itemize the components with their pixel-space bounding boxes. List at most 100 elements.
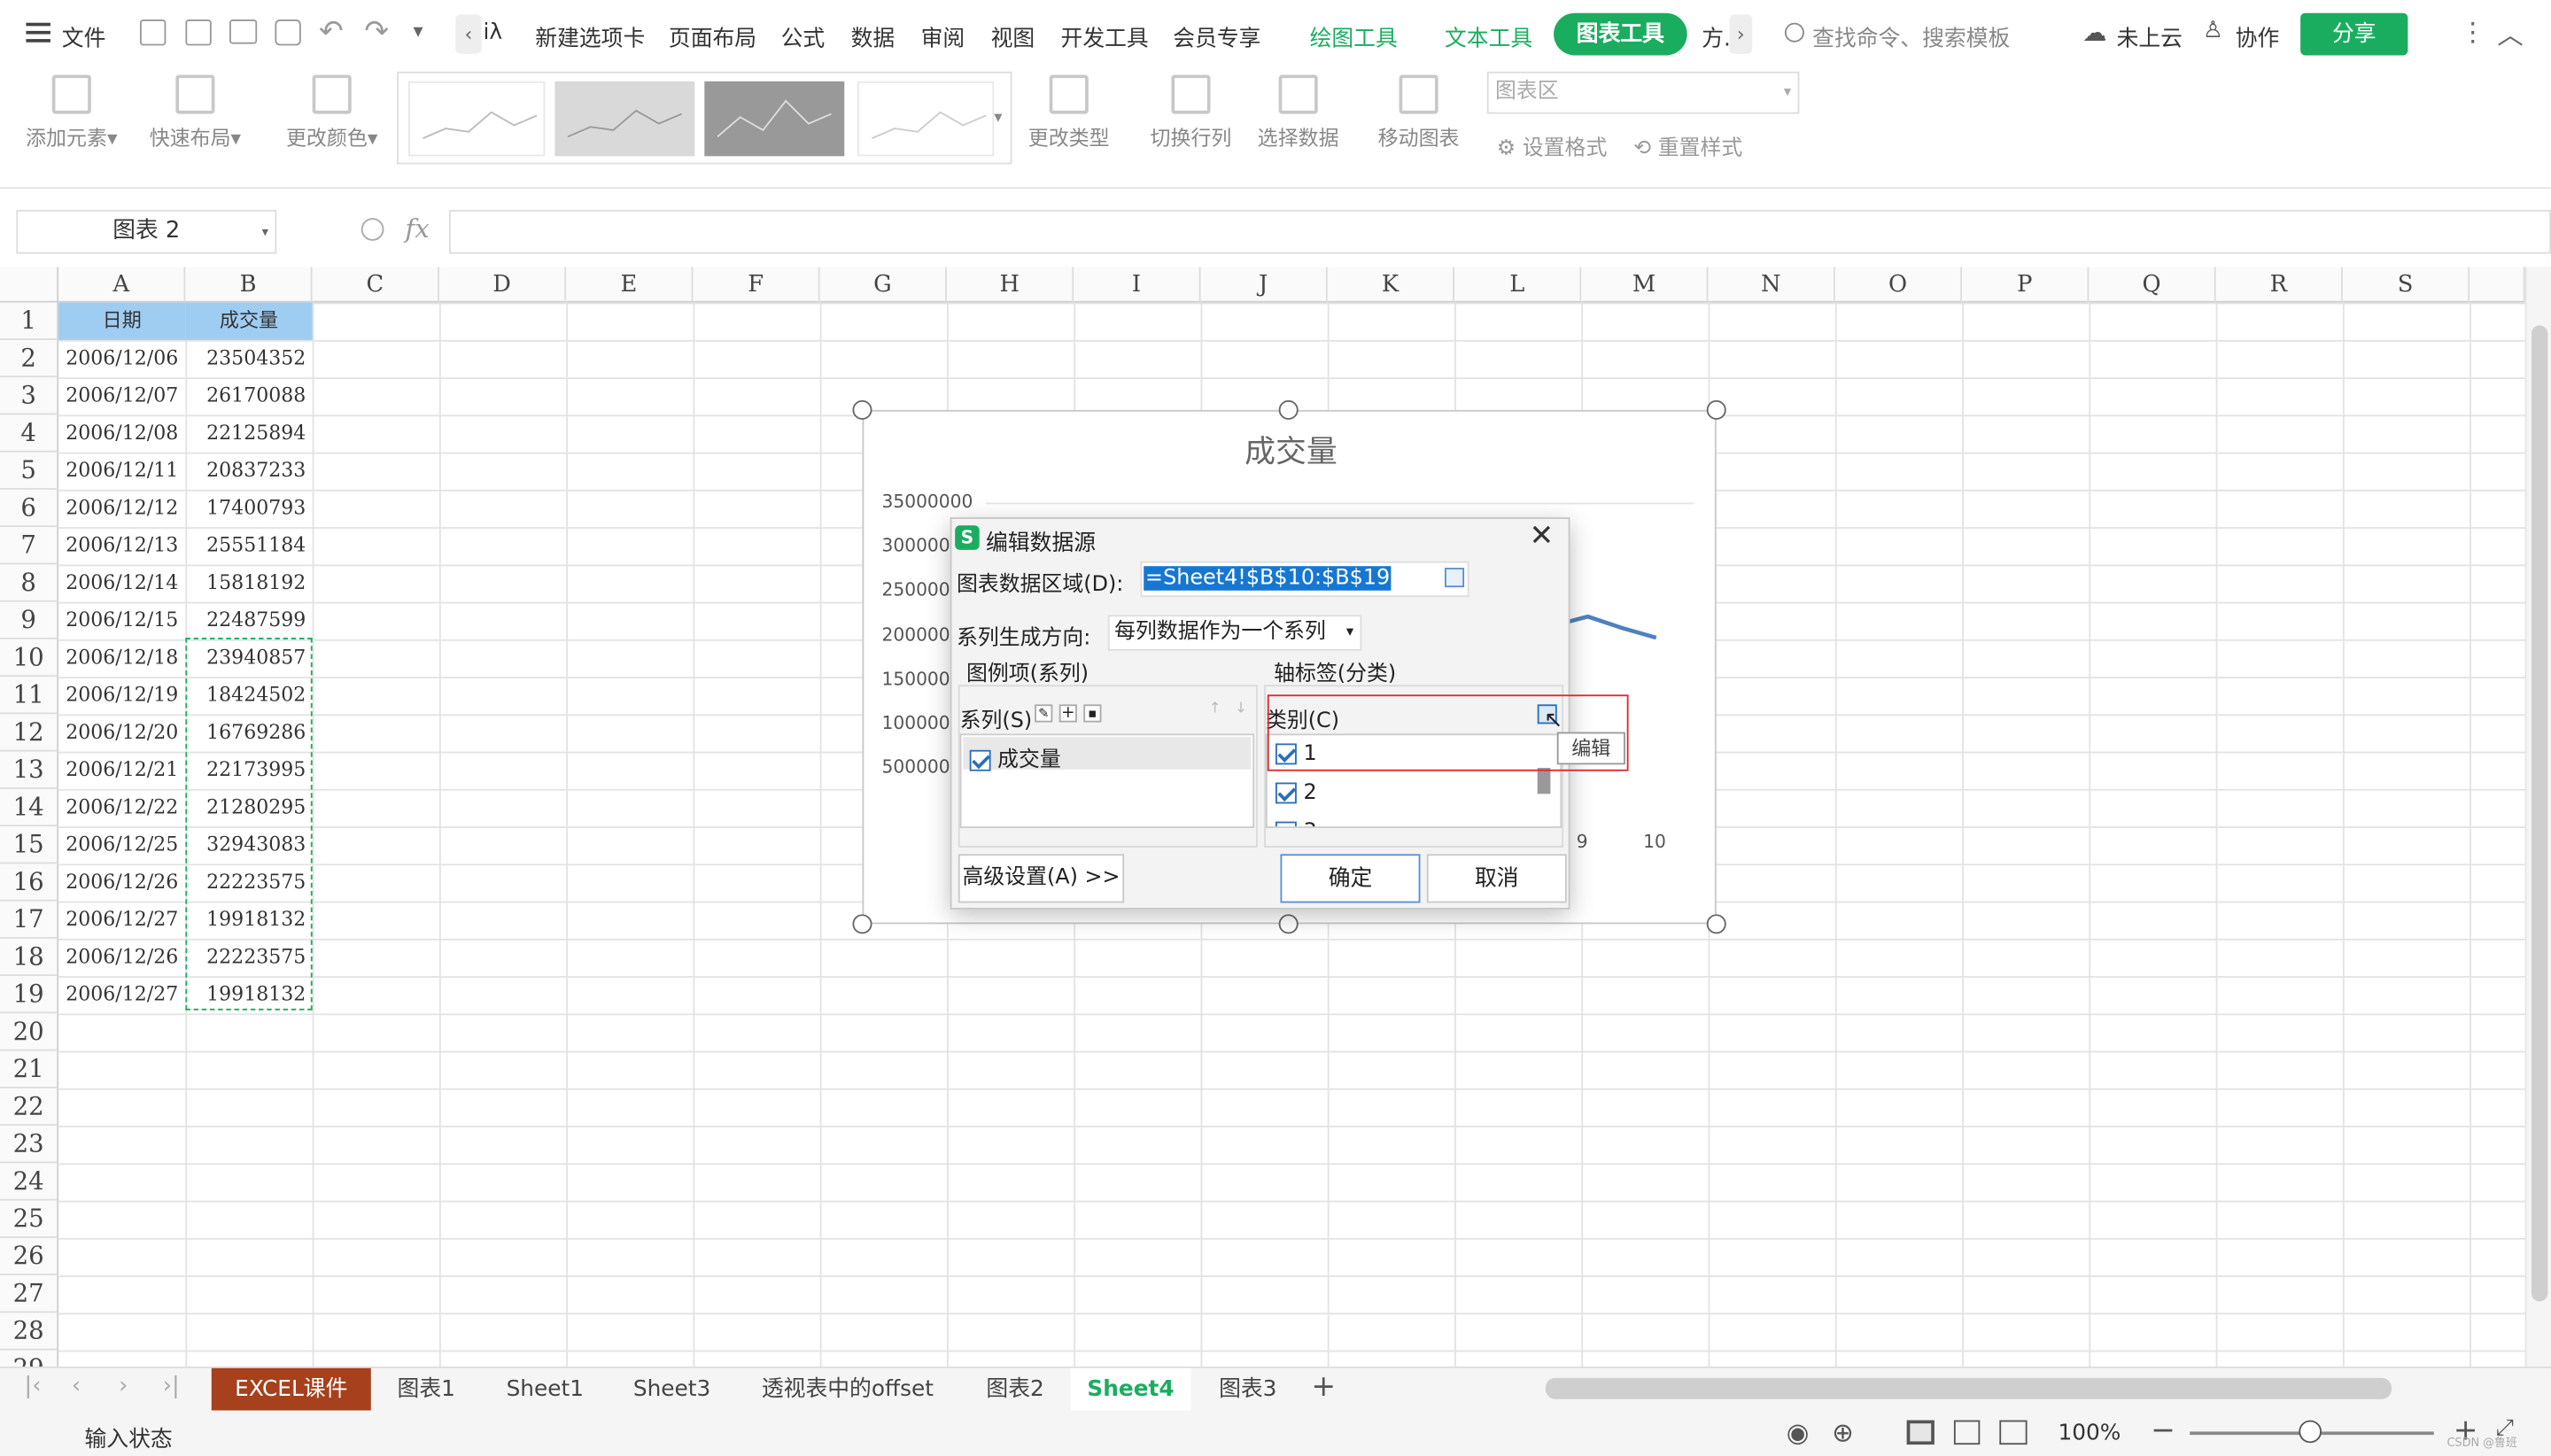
tab-overflow[interactable]: 方. xyxy=(1702,19,1731,51)
column-header-s[interactable]: S xyxy=(2342,267,2470,303)
delete-series-icon[interactable]: ▪ xyxy=(1083,704,1102,723)
tab-chart-tools[interactable]: 图表工具 xyxy=(1554,12,1687,56)
hamburger-icon[interactable] xyxy=(26,22,50,27)
date-cell[interactable]: 2006/12/15 xyxy=(58,602,185,639)
column-header-r[interactable]: R xyxy=(2215,267,2343,303)
undo-icon[interactable]: ↶ xyxy=(319,15,344,50)
series-item[interactable]: 成交量 xyxy=(969,742,1061,773)
row-header-6[interactable]: 6 xyxy=(0,489,59,528)
search-box[interactable]: 查找命令、搜索模板 xyxy=(1812,19,2010,51)
column-header-i[interactable]: I xyxy=(1074,267,1201,303)
date-cell[interactable]: 2006/12/20 xyxy=(58,714,185,751)
tab-view[interactable]: 视图 xyxy=(991,19,1035,51)
close-icon[interactable]: ✕ xyxy=(1530,519,1555,554)
export-icon[interactable] xyxy=(185,19,212,46)
row-header-12[interactable]: 12 xyxy=(0,714,59,752)
resize-handle[interactable] xyxy=(1706,399,1726,420)
share-button[interactable]: 分享 xyxy=(2300,12,2408,56)
row-header-24[interactable]: 24 xyxy=(0,1163,59,1201)
select-data-button[interactable]: 选择数据 xyxy=(1250,68,1347,151)
row-header-8[interactable]: 8 xyxy=(0,564,59,602)
edit-series-icon[interactable]: ✎ xyxy=(1035,704,1053,723)
column-header-e[interactable]: E xyxy=(566,267,694,303)
move-up-icon[interactable]: ↑ xyxy=(1209,701,1221,717)
print-icon[interactable] xyxy=(229,19,258,44)
last-sheet-icon[interactable]: ›| xyxy=(163,1373,180,1398)
zoom-out-icon[interactable]: − xyxy=(2151,1413,2175,1448)
advanced-button[interactable]: 高级设置(A) >> xyxy=(958,854,1125,903)
resize-handle[interactable] xyxy=(852,914,872,934)
volume-cell[interactable]: 20837233 xyxy=(185,453,309,490)
sheet-tab-1[interactable]: 图表1 xyxy=(371,1368,482,1411)
category-checkbox-2[interactable] xyxy=(1275,782,1297,804)
column-header-f[interactable]: F xyxy=(693,267,820,303)
volume-cell[interactable]: 25551184 xyxy=(185,527,309,564)
more-icon[interactable]: ⋮ xyxy=(2460,16,2485,47)
resize-handle[interactable] xyxy=(1278,914,1299,934)
series-list[interactable]: 成交量 xyxy=(959,733,1255,828)
more-dropdown-icon[interactable]: ▾ xyxy=(414,19,423,43)
row-header-27[interactable]: 27 xyxy=(0,1275,59,1313)
column-header-h[interactable]: H xyxy=(946,267,1074,303)
row-header-1[interactable]: 1 xyxy=(0,302,59,340)
date-cell[interactable]: 2006/12/07 xyxy=(58,377,185,414)
tab-text-tools[interactable]: 文本工具 xyxy=(1445,19,1532,51)
row-header-4[interactable]: 4 xyxy=(0,414,59,453)
column-header-b[interactable]: B xyxy=(185,267,313,303)
date-cell[interactable]: 2006/12/18 xyxy=(58,639,185,677)
row-header-22[interactable]: 22 xyxy=(0,1088,59,1127)
category-checkbox-3[interactable] xyxy=(1275,821,1297,827)
switch-rowcol-button[interactable]: 切换行列 xyxy=(1142,68,1239,151)
volume-cell[interactable]: 17400793 xyxy=(185,490,309,527)
column-header-l[interactable]: L xyxy=(1454,267,1582,303)
next-sheet-icon[interactable]: › xyxy=(119,1373,128,1398)
row-header-28[interactable]: 28 xyxy=(0,1313,59,1351)
preview-icon[interactable] xyxy=(275,19,301,46)
chart-style-3[interactable] xyxy=(704,81,845,157)
cloud-status[interactable]: 未上云 xyxy=(2117,19,2183,51)
vertical-scrollbar[interactable] xyxy=(2524,267,2551,1367)
redo-icon[interactable]: ↷ xyxy=(364,15,389,50)
name-box[interactable]: 图表 2 ▾ xyxy=(16,209,277,254)
row-header-5[interactable]: 5 xyxy=(0,452,59,490)
volume-cell[interactable]: 23504352 xyxy=(185,340,309,377)
ok-button[interactable]: 确定 xyxy=(1280,854,1421,903)
row-header-7[interactable]: 7 xyxy=(0,527,59,565)
reset-style-button[interactable]: ⟲ 重置样式 xyxy=(1633,130,1742,161)
date-cell[interactable]: 2006/12/08 xyxy=(58,414,185,452)
row-header-21[interactable]: 21 xyxy=(0,1050,59,1088)
tab-review[interactable]: 审阅 xyxy=(921,19,965,51)
date-cell[interactable]: 2006/12/22 xyxy=(58,789,185,826)
select-all-corner[interactable] xyxy=(0,267,59,303)
horizontal-scrollbar[interactable] xyxy=(1513,1377,2490,1399)
column-header-q[interactable]: Q xyxy=(2089,267,2216,303)
column-header-a[interactable]: A xyxy=(58,267,186,303)
volume-cell[interactable]: 15818192 xyxy=(185,564,309,601)
date-cell[interactable]: 2006/12/21 xyxy=(58,752,185,789)
category-item-3[interactable]: 3 xyxy=(1275,820,1317,827)
tab-insert[interactable]: iλ xyxy=(484,19,503,45)
quick-layout-button[interactable]: 快速布局▾ xyxy=(143,68,248,151)
range-input[interactable]: =Sheet4!$B$10:$B$19 xyxy=(1140,561,1469,598)
row-header-16[interactable]: 16 xyxy=(0,864,59,902)
zoom-slider-thumb[interactable] xyxy=(2299,1420,2322,1444)
row-header-11[interactable]: 11 xyxy=(0,677,59,715)
sheet-tab-0[interactable]: EXCEL课件 xyxy=(211,1367,371,1411)
eye-protection-icon[interactable]: ◉ xyxy=(1787,1417,1810,1448)
chart-style-4[interactable] xyxy=(857,81,995,157)
category-item-2[interactable]: 2 xyxy=(1275,781,1317,805)
date-cell[interactable]: 2006/12/25 xyxy=(58,826,185,864)
chart-area-select[interactable]: 图表区 ▾ xyxy=(1486,71,1800,114)
header-volume[interactable]: 成交量 xyxy=(185,303,312,340)
column-header-k[interactable]: K xyxy=(1327,267,1455,303)
sheet-tab-2[interactable]: Sheet1 xyxy=(482,1368,609,1411)
move-chart-button[interactable]: 移动图表 xyxy=(1370,68,1468,151)
reading-view-icon[interactable] xyxy=(1999,1420,2028,1445)
resize-handle[interactable] xyxy=(1706,914,1726,934)
row-header-14[interactable]: 14 xyxy=(0,788,59,827)
resize-handle[interactable] xyxy=(1278,399,1299,420)
add-series-icon[interactable]: + xyxy=(1058,704,1077,723)
column-header-j[interactable]: J xyxy=(1200,267,1328,303)
header-date[interactable]: 日期 xyxy=(58,303,185,340)
date-cell[interactable]: 2006/12/06 xyxy=(58,340,185,377)
